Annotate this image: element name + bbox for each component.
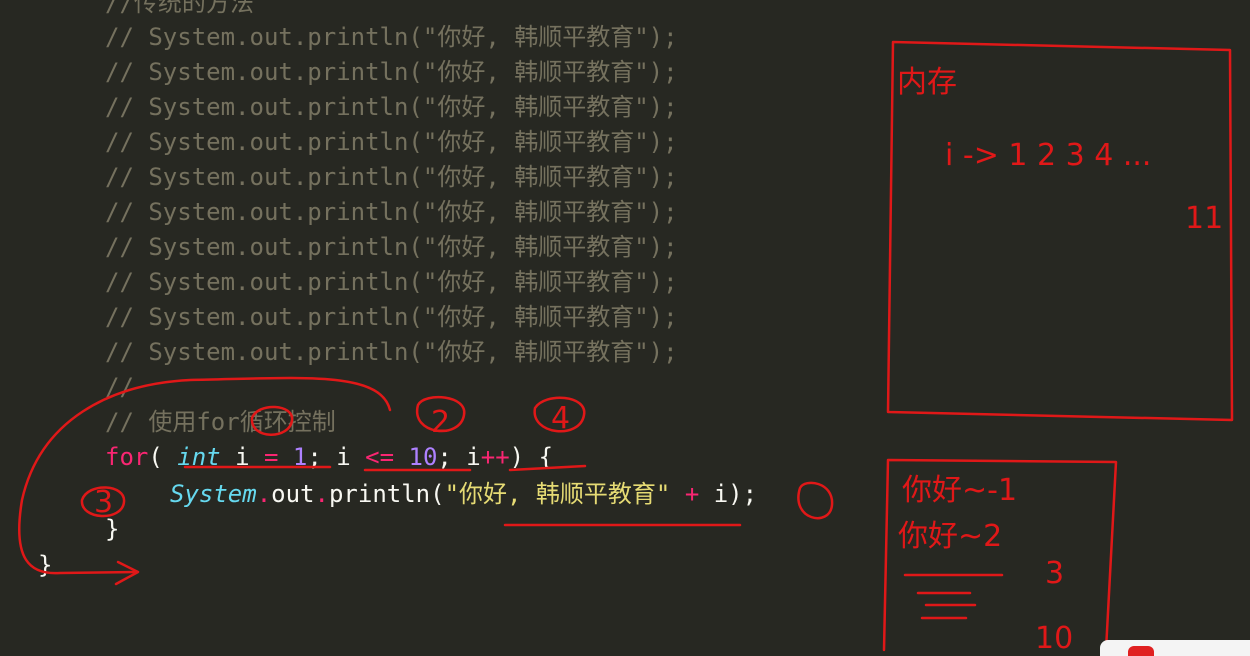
comment-line: // System.out.println("你好, 韩顺平教育");	[105, 128, 678, 156]
outer-close-brace: }	[38, 551, 53, 579]
for-open-paren: (	[148, 443, 178, 471]
string-literal: "你好, 韩顺平教育"	[444, 480, 671, 508]
limit-value: 10	[408, 443, 438, 471]
comment-line: // System.out.println("你好, 韩顺平教育");	[105, 23, 678, 51]
comment-line-empty: //	[105, 373, 134, 401]
increment-operator: ++	[480, 443, 510, 471]
comment-line: // System.out.println("你好, 韩顺平教育");	[105, 303, 678, 331]
println-method: println(	[328, 480, 445, 508]
condition-var: ; i	[307, 443, 366, 471]
println-arg: i);	[699, 480, 758, 508]
system-class: System	[170, 480, 257, 508]
dot: .	[256, 480, 272, 508]
int-keyword: int	[177, 443, 221, 471]
println-line: System.out.println("你好, 韩顺平教育" + i);	[170, 477, 757, 512]
corner-overlay-accent	[1128, 646, 1154, 656]
comment-line: // System.out.println("你好, 韩顺平教育");	[105, 338, 678, 366]
comment-line: // System.out.println("你好, 韩顺平教育");	[105, 93, 678, 121]
comment-line-traditional: //传统的方法	[105, 0, 254, 17]
comment-line: // System.out.println("你好, 韩顺平教育");	[105, 233, 678, 261]
code-editor[interactable]: //传统的方法 // System.out.println("你好, 韩顺平教育…	[0, 0, 1250, 656]
corner-overlay	[1100, 640, 1250, 656]
comment-line: // System.out.println("你好, 韩顺平教育");	[105, 268, 678, 296]
for-keyword: for	[105, 443, 149, 471]
comment-line-for-loop: // 使用for循环控制	[105, 408, 336, 436]
le-operator: <=	[365, 443, 395, 471]
for-statement-line: for( int i = 1; i <= 10; i++) {	[105, 440, 553, 475]
loop-var: i	[220, 443, 264, 471]
plus-operator: +	[684, 480, 700, 508]
dot: .	[314, 480, 329, 508]
increment-var: ; i	[437, 443, 481, 471]
comment-line: // System.out.println("你好, 韩顺平教育");	[105, 58, 678, 86]
for-close-brace: ) {	[509, 443, 554, 471]
assign-operator: =	[263, 443, 279, 471]
init-value: 1	[292, 443, 308, 471]
comment-line: // System.out.println("你好, 韩顺平教育");	[105, 198, 678, 226]
out-field: out	[271, 480, 315, 508]
inner-close-brace: }	[105, 515, 120, 543]
comment-line: // System.out.println("你好, 韩顺平教育");	[105, 163, 678, 191]
